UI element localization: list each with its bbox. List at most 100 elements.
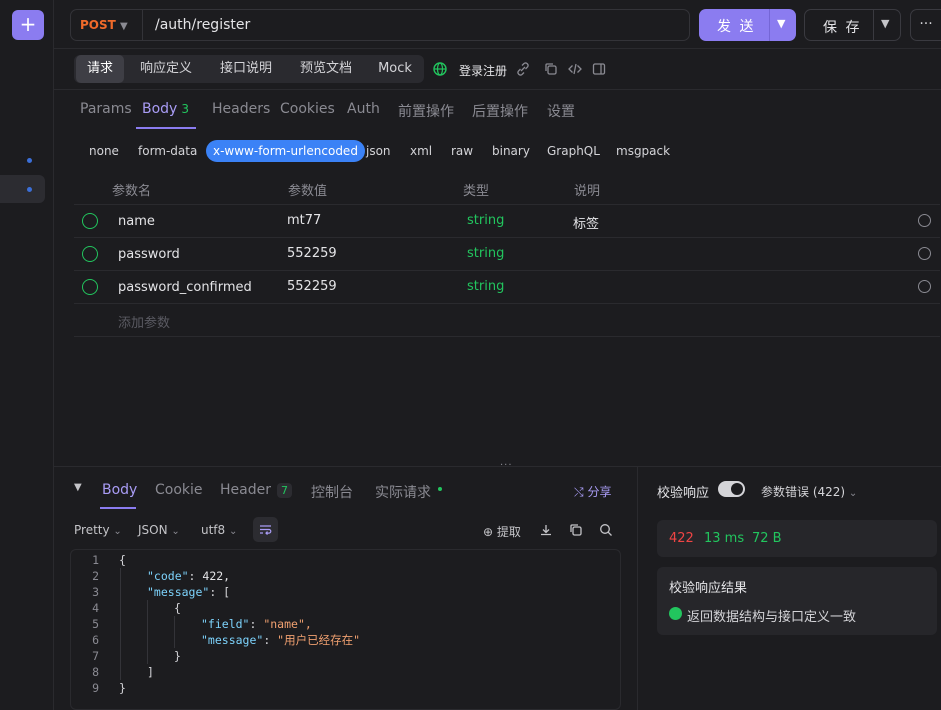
download-icon[interactable]: [539, 523, 553, 537]
search-icon[interactable]: [599, 523, 613, 537]
code-line: 8]: [92, 665, 154, 679]
lang-label: JSON: [138, 523, 168, 537]
encoding-select[interactable]: utf8 ⌄: [201, 523, 237, 537]
tab-cookies[interactable]: Cookies: [280, 101, 335, 117]
status-box: [657, 520, 937, 557]
param-value[interactable]: 552259: [287, 246, 337, 261]
table-row: [74, 303, 940, 336]
link-icon[interactable]: [516, 62, 530, 76]
param-name[interactable]: name: [118, 214, 155, 229]
bodytype-none[interactable]: none: [89, 144, 119, 158]
validate-toggle[interactable]: [718, 481, 745, 497]
check-circle-icon[interactable]: [82, 246, 98, 262]
status-code: 422: [669, 531, 694, 546]
param-value[interactable]: mt77: [287, 213, 321, 228]
panel-icon[interactable]: [592, 62, 606, 76]
extract-icon: ⊕: [483, 525, 494, 539]
more-button[interactable]: ···: [910, 9, 941, 41]
seg-request[interactable]: 请求: [76, 55, 124, 83]
param-type[interactable]: string: [467, 246, 504, 261]
save-button[interactable]: 保 存 ▼: [804, 9, 901, 41]
chevron-down-icon[interactable]: ▼: [777, 17, 785, 30]
code-line: 7}: [92, 649, 181, 663]
table-row: [74, 204, 940, 237]
param-value[interactable]: 552259: [287, 279, 337, 294]
param-type[interactable]: string: [467, 279, 504, 294]
copy-icon[interactable]: [544, 62, 558, 76]
seg-response-def[interactable]: 响应定义: [132, 55, 200, 83]
code-line: 6 "message": "用户已经存在": [92, 633, 361, 647]
collapse-chevron-icon[interactable]: ▼: [74, 482, 82, 493]
encoding-label: utf8: [201, 523, 226, 537]
remove-icon[interactable]: [918, 214, 931, 227]
resp-tab-actual[interactable]: 实际请求: [375, 482, 431, 502]
resp-tab-body[interactable]: Body: [102, 482, 137, 498]
seg-preview[interactable]: 预览文档: [290, 55, 362, 83]
resp-tab-header[interactable]: Header 7: [220, 482, 292, 498]
globe-icon: [433, 62, 447, 76]
method-select[interactable]: POST ▼: [80, 18, 128, 32]
bodytype-xml[interactable]: xml: [410, 144, 432, 158]
tab-post-ops[interactable]: 后置操作: [472, 101, 528, 121]
check-circle-icon: [669, 607, 682, 620]
tab-body[interactable]: Body 3: [142, 101, 189, 117]
tab-auth[interactable]: Auth: [347, 101, 380, 117]
col-header-type: 类型: [463, 184, 490, 199]
remove-icon[interactable]: [918, 247, 931, 260]
add-icon[interactable]: +: [12, 10, 44, 40]
code-line: 5 "field": "name",: [92, 617, 312, 631]
tab-pre-ops[interactable]: 前置操作: [398, 101, 454, 121]
param-type[interactable]: string: [467, 213, 504, 228]
divider: [74, 336, 940, 337]
check-circle-icon[interactable]: [82, 213, 98, 229]
param-name[interactable]: password_confirmed: [118, 280, 252, 295]
seg-api-doc[interactable]: 接口说明: [210, 55, 282, 83]
param-name[interactable]: password: [118, 247, 180, 262]
share-button[interactable]: ⤭ 分享: [574, 483, 611, 500]
tab-params[interactable]: Params: [80, 101, 132, 117]
resp-tab-console[interactable]: 控制台: [311, 482, 353, 502]
extract-button[interactable]: ⊕ 提取: [483, 523, 521, 540]
drag-handle-icon[interactable]: ···: [500, 460, 513, 471]
col-header-desc: 说明: [574, 184, 601, 199]
share-icon: ⤭: [574, 485, 584, 499]
code-icon[interactable]: [568, 62, 582, 76]
tab-indicator: [136, 127, 196, 129]
api-name: 登录注册: [459, 64, 508, 78]
resp-tab-cookie[interactable]: Cookie: [155, 482, 203, 498]
chevron-down-icon[interactable]: ▼: [881, 17, 889, 30]
status-dot-icon: [438, 487, 442, 491]
sidebar-selected-item[interactable]: [0, 175, 45, 203]
wrap-icon: [260, 525, 272, 536]
result-title: 校验响应结果: [669, 581, 748, 596]
header-count-badge: 7: [276, 483, 292, 498]
add-param-input[interactable]: 添加参数: [118, 312, 170, 331]
seg-mock[interactable]: Mock: [370, 55, 420, 83]
response-code-viewer[interactable]: 1{ 2 "code": 422, 3 "message": [ 4{ 5 "fiel…: [70, 549, 621, 710]
param-desc[interactable]: 标签: [573, 213, 599, 232]
divider: [54, 48, 941, 49]
resp-tab-header-label: Header: [220, 482, 271, 498]
bodytype-urlencoded[interactable]: x-www-form-urlencoded: [206, 140, 365, 162]
send-button[interactable]: 发 送 ▼: [699, 9, 796, 41]
code-line: 2 "code": 422,: [92, 569, 231, 583]
tab-headers[interactable]: Headers: [212, 101, 270, 117]
validate-status-select[interactable]: 参数错误 (422) ⌄: [761, 483, 857, 500]
bodytype-form-data[interactable]: form-data: [138, 144, 197, 158]
bodytype-graphql[interactable]: GraphQL: [547, 144, 600, 158]
bodytype-msgpack[interactable]: msgpack: [616, 144, 670, 158]
check-circle-icon[interactable]: [82, 279, 98, 295]
bodytype-json[interactable]: json: [366, 144, 391, 158]
copy-icon[interactable]: [569, 523, 583, 537]
bodytype-binary[interactable]: binary: [492, 144, 530, 158]
url-input[interactable]: /auth/register: [155, 17, 250, 33]
format-select[interactable]: Pretty ⌄: [74, 523, 122, 537]
validate-label: 校验响应: [657, 486, 710, 501]
remove-icon[interactable]: [918, 280, 931, 293]
tab-settings[interactable]: 设置: [547, 101, 575, 121]
save-label: 保 存: [823, 20, 862, 36]
wrap-button[interactable]: [253, 517, 278, 542]
share-label: 分享: [587, 485, 612, 499]
bodytype-raw[interactable]: raw: [451, 144, 473, 158]
lang-select[interactable]: JSON ⌄: [138, 523, 180, 537]
